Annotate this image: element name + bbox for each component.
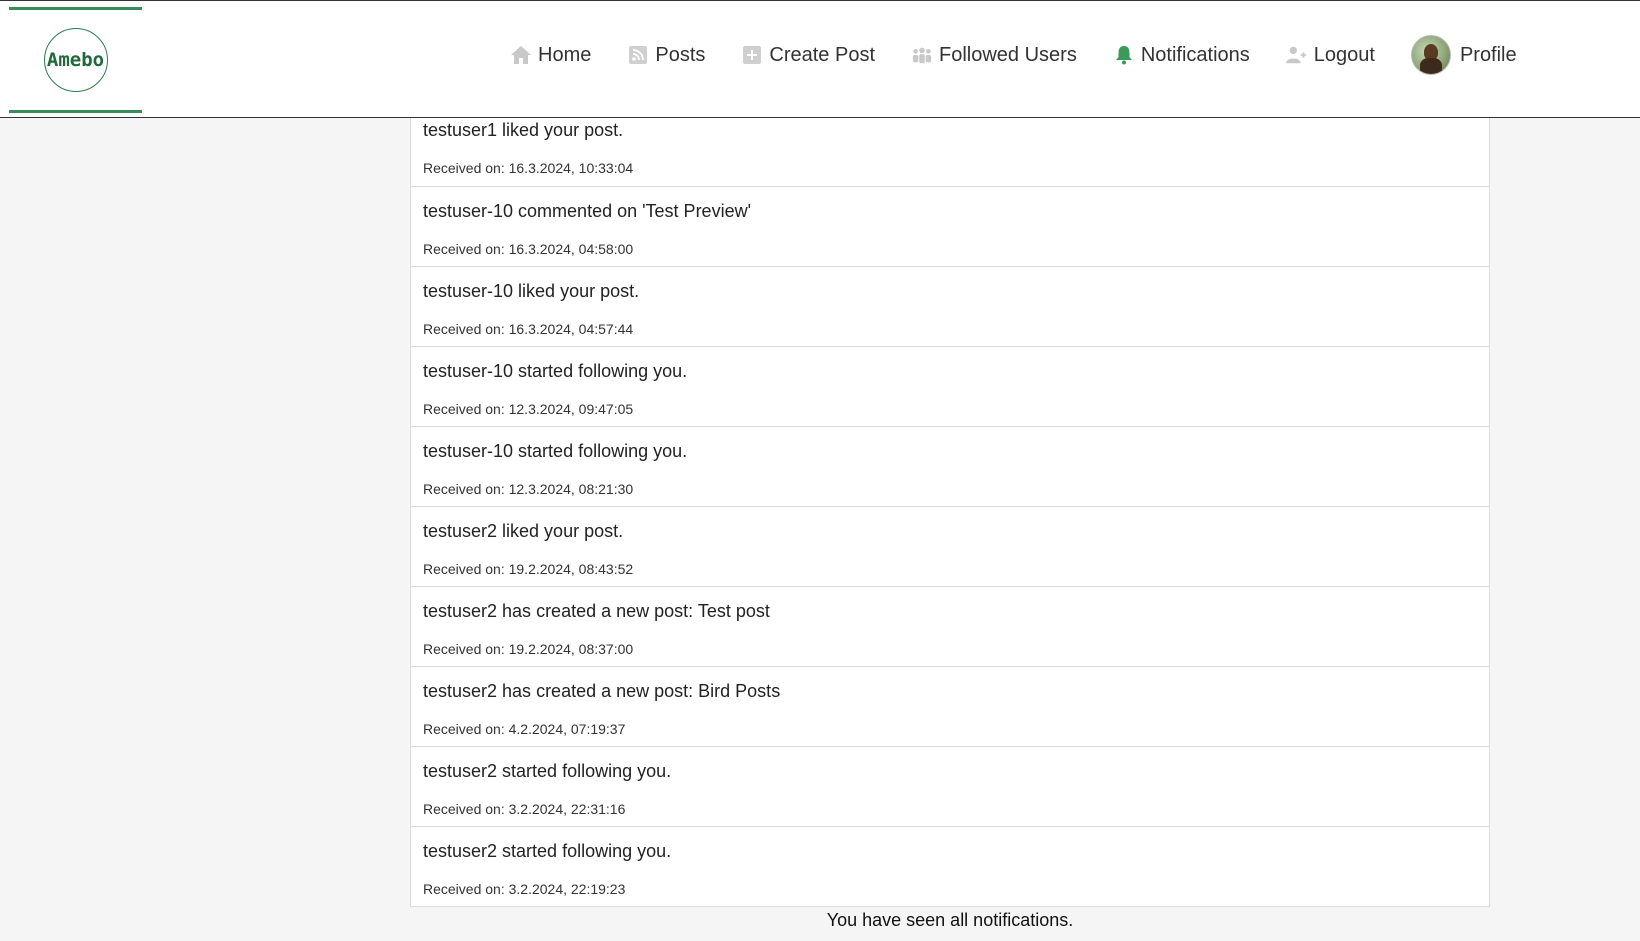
list-item[interactable]: testuser-10 commented on 'Test Preview' …	[411, 186, 1489, 266]
notification-message: testuser-10 started following you.	[423, 361, 688, 381]
list-item[interactable]: testuser2 liked your post. Received on: …	[411, 506, 1489, 586]
list-item[interactable]: testuser-10 started following you. Recei…	[411, 426, 1489, 506]
nav-logout[interactable]: Logout	[1285, 39, 1375, 71]
plus-square-icon	[741, 44, 763, 66]
logo-circle: Amebo	[43, 28, 108, 92]
notification-time: Received on: 3.2.2024, 22:31:16	[423, 801, 626, 817]
users-icon	[911, 44, 933, 66]
list-item[interactable]: testuser2 started following you. Receive…	[411, 746, 1489, 826]
notification-message: testuser2 started following you.	[423, 761, 672, 781]
home-icon	[510, 44, 532, 66]
notification-message: testuser-10 liked your post.	[423, 281, 640, 301]
notification-time: Received on: 19.2.2024, 08:43:52	[423, 561, 634, 577]
nav-create-post[interactable]: Create Post	[741, 39, 875, 71]
notification-message: testuser-10 started following you.	[423, 441, 688, 461]
nav-posts-label: Posts	[655, 43, 706, 66]
notification-message: testuser2 started following you.	[423, 841, 672, 861]
notification-time: Received on: 3.2.2024, 22:19:23	[423, 881, 626, 897]
notification-time: Received on: 12.3.2024, 08:21:30	[423, 481, 634, 497]
logo-text: Amebo	[46, 49, 105, 71]
list-item[interactable]: testuser1 liked your post. Received on: …	[411, 106, 1489, 186]
bell-icon	[1113, 44, 1135, 66]
notification-message: testuser-10 commented on 'Test Preview'	[423, 201, 752, 221]
nav-followed-users[interactable]: Followed Users	[911, 39, 1077, 71]
nav-posts[interactable]: Posts	[627, 39, 705, 71]
list-item[interactable]: testuser2 has created a new post: Test p…	[411, 586, 1489, 666]
notification-time: Received on: 16.3.2024, 10:33:04	[423, 160, 634, 176]
list-item[interactable]: testuser-10 liked your post. Received on…	[411, 266, 1489, 346]
nav-home[interactable]: Home	[510, 39, 591, 71]
notification-time: Received on: 12.3.2024, 09:47:05	[423, 401, 634, 417]
notification-time: Received on: 4.2.2024, 07:19:37	[423, 721, 626, 737]
rss-icon	[627, 44, 649, 66]
logo[interactable]: Amebo	[9, 7, 142, 113]
nav-followed-users-label: Followed Users	[939, 43, 1077, 66]
notification-message: testuser2 has created a new post: Bird P…	[423, 681, 781, 701]
main-nav: Home Posts Create Post Followed Users No…	[510, 35, 1553, 75]
notification-message: testuser1 liked your post.	[423, 120, 624, 140]
notification-message: testuser2 liked your post.	[423, 521, 624, 541]
end-of-notifications-message: You have seen all notifications.	[826, 910, 1074, 930]
notification-time: Received on: 19.2.2024, 08:37:00	[423, 641, 634, 657]
nav-notifications-label: Notifications	[1140, 43, 1250, 66]
nav-profile-label: Profile	[1459, 43, 1517, 66]
nav-home-label: Home	[538, 43, 592, 66]
notification-time: Received on: 16.3.2024, 04:57:44	[423, 321, 634, 337]
nav-notifications[interactable]: Notifications	[1113, 39, 1250, 71]
list-item[interactable]: testuser2 started following you. Receive…	[411, 826, 1489, 906]
list-item[interactable]: testuser-10 started following you. Recei…	[411, 346, 1489, 426]
nav-profile[interactable]: Profile	[1410, 35, 1517, 75]
avatar	[1410, 35, 1451, 75]
notification-time: Received on: 16.3.2024, 04:58:00	[423, 241, 634, 257]
nav-create-post-label: Create Post	[769, 43, 875, 66]
user-plus-icon	[1285, 44, 1308, 66]
notifications-list: testuser1 liked your post. Received on: …	[410, 106, 1490, 907]
top-navbar: Amebo Home Posts Create Post Followed Us…	[0, 0, 1640, 118]
list-item[interactable]: testuser2 has created a new post: Bird P…	[411, 666, 1489, 746]
nav-logout-label: Logout	[1313, 43, 1375, 66]
notification-message: testuser2 has created a new post: Test p…	[423, 601, 770, 621]
